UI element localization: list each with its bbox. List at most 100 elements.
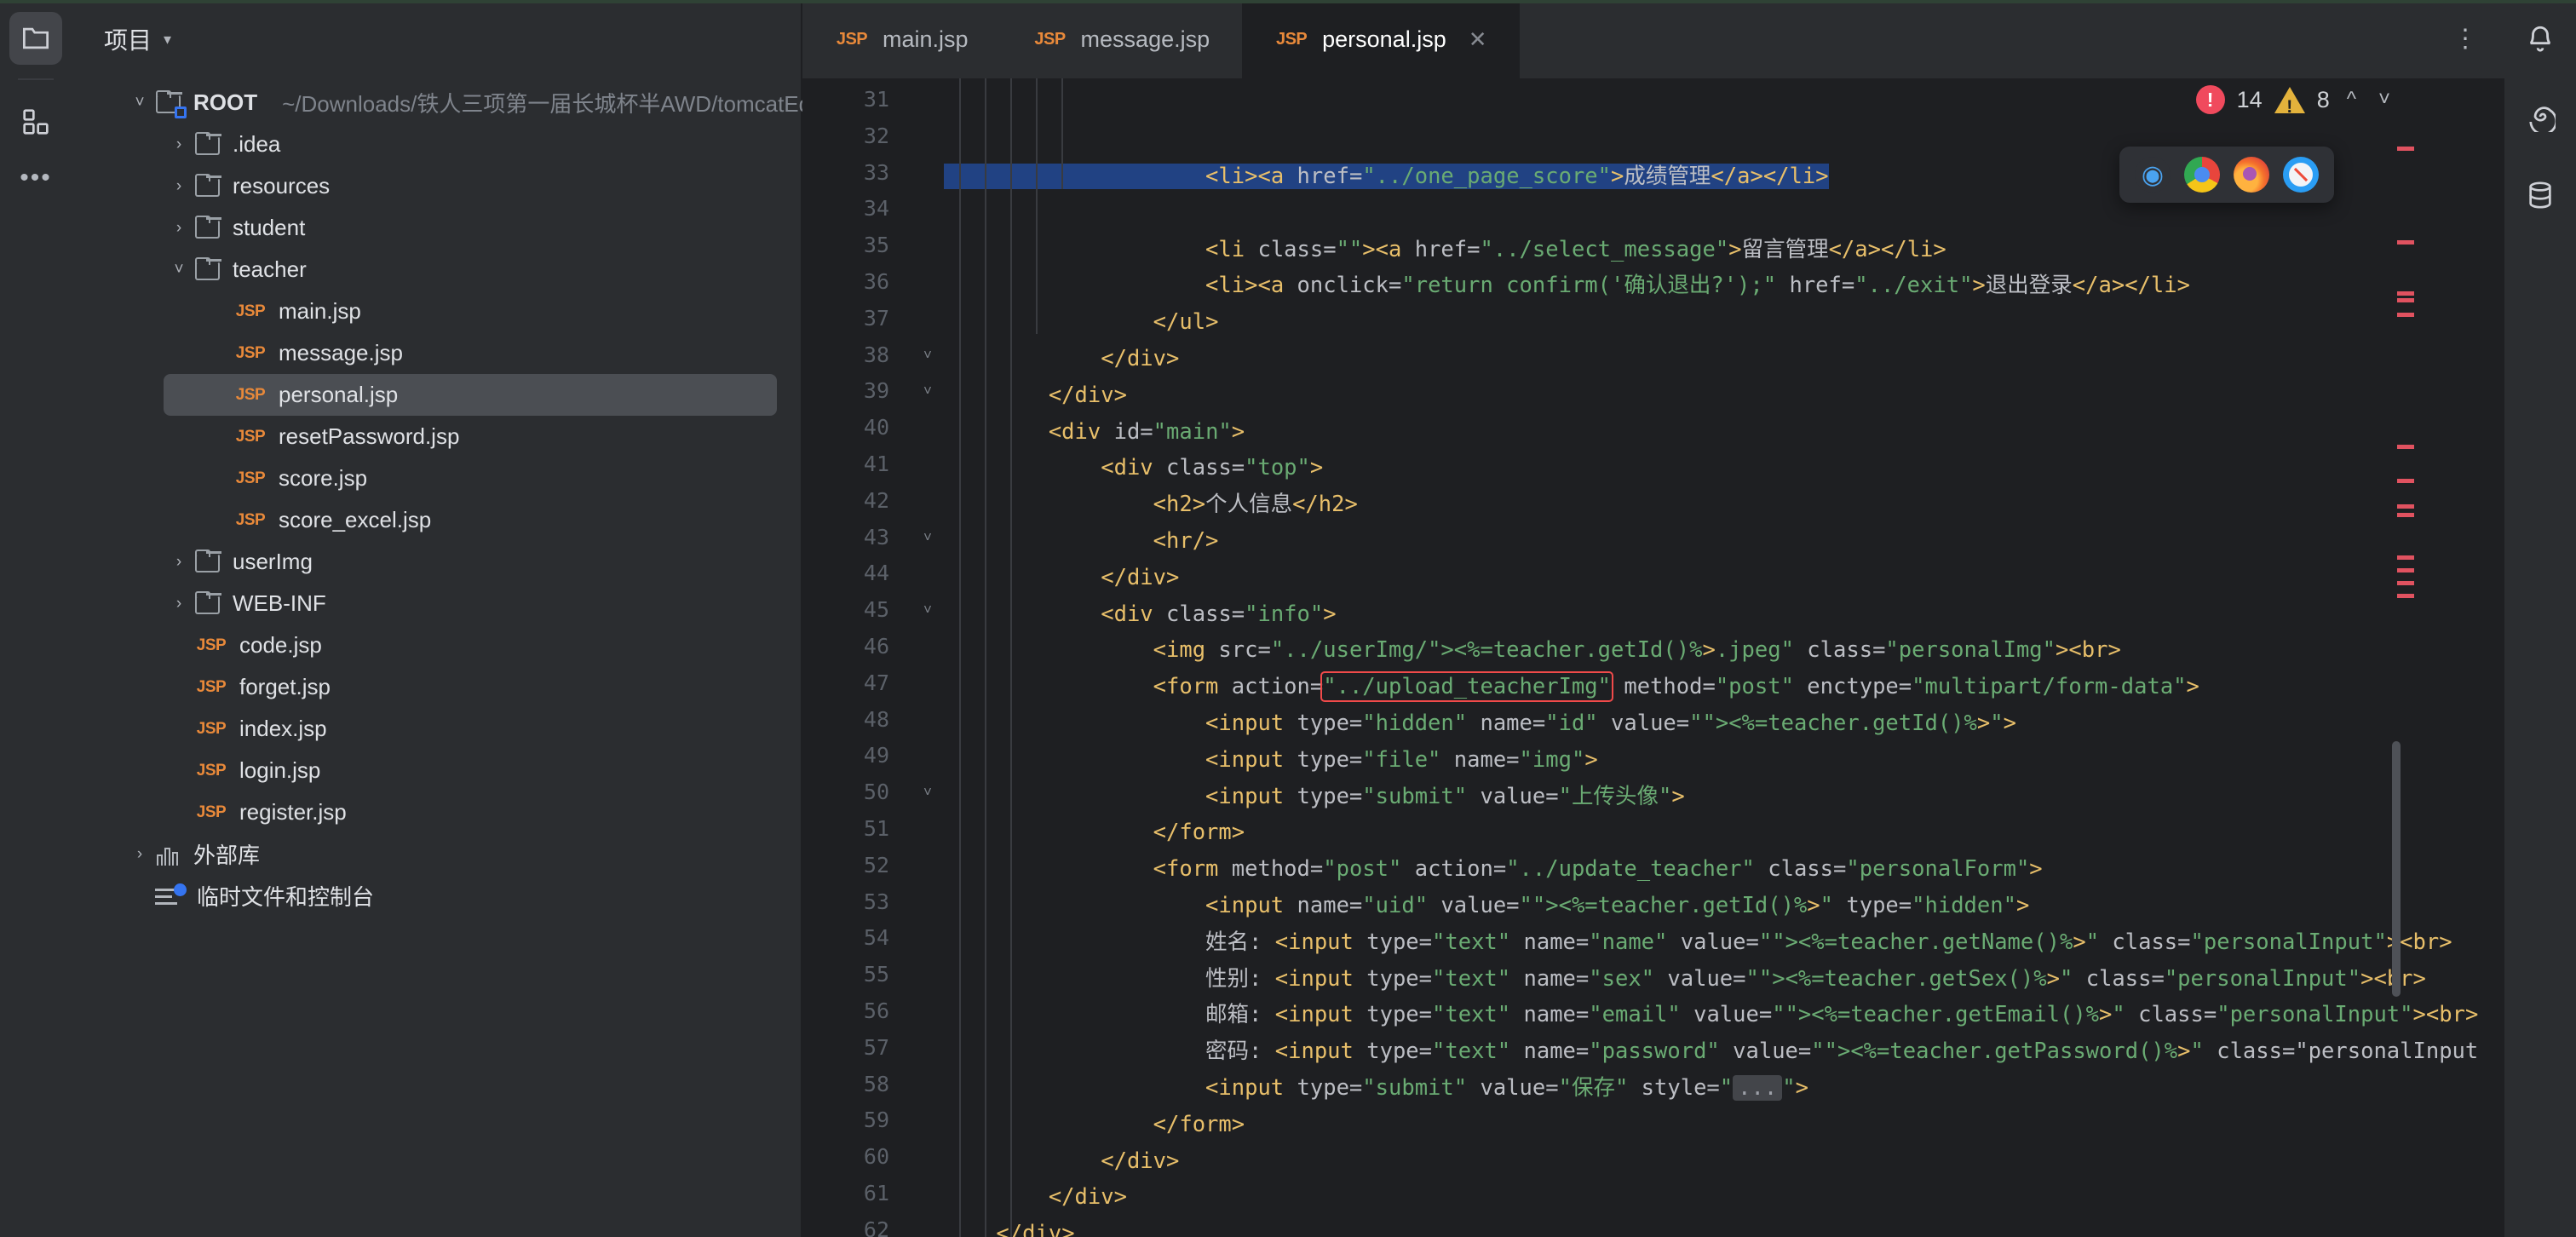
editor-tab-main-jsp[interactable]: JSP main.jsp — [802, 0, 1001, 78]
tree-node-forgetjsp[interactable]: ›JSPforget.jsp — [72, 666, 801, 708]
chevron-right-icon[interactable]: › — [164, 219, 194, 238]
browser-preview-popup[interactable]: ◉ — [2119, 147, 2334, 203]
jsp-file-icon: JSP — [836, 29, 868, 49]
source-code-text[interactable]: <li><a href="../one_page_score">成绩管理</a>… — [944, 78, 2504, 1237]
tree-node-[interactable]: ›临时文件和控制台 — [72, 875, 801, 917]
fold-marker[interactable] — [911, 1212, 944, 1237]
tree-node-teacher[interactable]: ˅ teacher — [72, 249, 801, 291]
tree-node-indexjsp[interactable]: ›JSPindex.jsp — [72, 708, 801, 750]
chevron-right-icon[interactable]: › — [164, 177, 194, 196]
chevron-down-icon[interactable]: ˅ — [2373, 88, 2395, 112]
fold-marker[interactable] — [911, 993, 944, 1030]
bell-icon[interactable] — [2514, 12, 2567, 65]
firefox-icon[interactable] — [2234, 157, 2269, 193]
fold-marker[interactable] — [911, 1067, 944, 1103]
line-number: 39 — [863, 378, 889, 404]
tree-node-codejsp[interactable]: ›JSPcode.jsp — [72, 624, 801, 666]
tree-node-registerjsp[interactable]: ›JSPregister.jsp — [72, 791, 801, 833]
tree-node-label: code.jsp — [239, 632, 322, 658]
tree-node-root[interactable]: ˅ ROOT ~/Downloads/铁人三项第一届长城杯半AWD/tomcatEd… — [72, 82, 824, 124]
line-number: 62 — [863, 1217, 889, 1237]
fold-marker[interactable] — [911, 665, 944, 702]
fold-marker[interactable]: ˅ — [911, 592, 944, 629]
code-line: 密码: <input type="text" name="password" v… — [944, 1039, 2479, 1065]
editor-tab-message-jsp[interactable]: JSP message.jsp — [1001, 0, 1243, 78]
kebab-menu-icon[interactable]: ⋮ — [2452, 26, 2479, 52]
fold-marker[interactable] — [911, 483, 944, 520]
tree-node-personaljsp[interactable]: ›JSPpersonal.jsp — [164, 374, 777, 416]
line-number: 42 — [863, 487, 889, 513]
tree-node-scorejsp[interactable]: ›JSPscore.jsp — [72, 457, 801, 499]
scratches-icon — [155, 883, 187, 907]
tree-node-[interactable]: › 外部库 — [72, 833, 801, 875]
chevron-down-icon[interactable]: ▾ — [164, 31, 171, 49]
chevron-right-icon[interactable]: › — [164, 135, 194, 154]
project-tool-window-icon[interactable] — [9, 12, 62, 65]
tree-node-score_exceljsp[interactable]: ›JSPscore_excel.jsp — [72, 499, 801, 541]
fold-marker[interactable] — [911, 264, 944, 301]
structure-tool-window-icon[interactable] — [9, 95, 62, 148]
tree-node-resetpasswordjsp[interactable]: ›JSPresetPassword.jsp — [72, 416, 801, 457]
fold-marker[interactable] — [911, 629, 944, 665]
line-number-gutter: 31 32 33 34 35 36 37 38 39 40 41 42 43 44 45 46 47 48 49 50… — [802, 78, 911, 1237]
fold-marker[interactable] — [911, 702, 944, 739]
fold-marker[interactable] — [911, 555, 944, 592]
code-line: <input name="uid" value=""><%=teacher.ge… — [1205, 892, 2030, 918]
code-line: <hr/> — [1153, 527, 1219, 554]
fold-marker[interactable] — [911, 301, 944, 337]
inspection-widget[interactable]: ! 14 ! 8 ^ ˅ — [2195, 85, 2395, 117]
jsp-file-icon: JSP — [235, 343, 266, 362]
spiral-icon[interactable] — [2514, 90, 2567, 143]
tree-node-messagejsp[interactable]: ›JSPmessage.jsp — [72, 332, 801, 374]
fold-marker[interactable]: ˅ — [911, 373, 944, 410]
code-line: 姓名: <input type="text" name="name" value… — [944, 929, 2452, 955]
chevron-right-icon[interactable]: › — [124, 845, 155, 864]
fold-marker[interactable] — [911, 848, 944, 884]
tree-node-loginjsp[interactable]: ›JSPlogin.jsp — [72, 750, 801, 791]
jsp-file-icon: JSP — [235, 427, 266, 446]
editor-tab-bar: JSP main.jsp JSP message.jsp JSP personal.jsp… — [802, 0, 2504, 78]
fold-marker[interactable]: ˅ — [911, 520, 944, 556]
fold-marker[interactable] — [911, 1102, 944, 1139]
code-editor[interactable]: 31 32 33 34 35 36 37 38 39 40 41 42 43 44 45 46 47 48 49 50… — [802, 78, 2504, 1237]
safari-icon[interactable] — [2283, 157, 2319, 193]
fold-marker[interactable]: ˅ — [911, 774, 944, 811]
tree-node-mainjsp[interactable]: ›JSPmain.jsp — [72, 291, 801, 332]
chevron-down-icon[interactable]: ˅ — [164, 261, 194, 279]
tree-node-student[interactable]: › student — [72, 207, 801, 249]
tree-node-idea[interactable]: › .idea — [72, 124, 801, 165]
fold-marker[interactable] — [911, 191, 944, 227]
fold-marker[interactable] — [911, 884, 944, 921]
fold-marker[interactable]: ˅ — [911, 337, 944, 374]
fold-marker[interactable] — [911, 82, 944, 118]
chevron-right-icon[interactable]: › — [164, 553, 194, 572]
tree-node-resources[interactable]: › resources — [72, 165, 801, 207]
fold-marker[interactable] — [911, 155, 944, 192]
tree-node-web-inf[interactable]: › WEB-INF — [72, 583, 801, 624]
fold-marker[interactable] — [911, 957, 944, 993]
fold-marker[interactable] — [911, 410, 944, 446]
editor-tab-personal-jsp[interactable]: JSP personal.jsp ✕ — [1242, 0, 1520, 78]
close-icon[interactable]: ✕ — [1469, 26, 1487, 53]
error-stripe[interactable] — [2397, 78, 2416, 1237]
fold-marker[interactable] — [911, 811, 944, 848]
fold-marker[interactable] — [911, 920, 944, 957]
code-folding-gutter[interactable]: ˅ ˅ ˅ ˅ ˅ — [911, 78, 944, 1237]
edge-icon[interactable]: ◉ — [2135, 157, 2171, 193]
line-number: 34 — [863, 196, 889, 222]
fold-marker[interactable] — [911, 446, 944, 483]
chevron-right-icon[interactable]: › — [164, 595, 194, 613]
chevron-up-icon[interactable]: ^ — [2342, 88, 2361, 112]
fold-marker[interactable] — [911, 227, 944, 264]
chrome-icon[interactable] — [2184, 157, 2220, 193]
chevron-down-icon[interactable]: ˅ — [124, 94, 155, 112]
fold-marker[interactable] — [911, 738, 944, 774]
database-icon[interactable] — [2514, 169, 2567, 222]
fold-marker[interactable] — [911, 118, 944, 155]
fold-marker[interactable] — [911, 1176, 944, 1212]
more-tool-windows-icon[interactable]: ••• — [9, 152, 62, 204]
fold-marker[interactable] — [911, 1030, 944, 1067]
editor-vertical-scrollbar[interactable] — [2392, 741, 2401, 997]
fold-marker[interactable] — [911, 1139, 944, 1176]
tree-node-userimg[interactable]: › userImg — [72, 541, 801, 583]
